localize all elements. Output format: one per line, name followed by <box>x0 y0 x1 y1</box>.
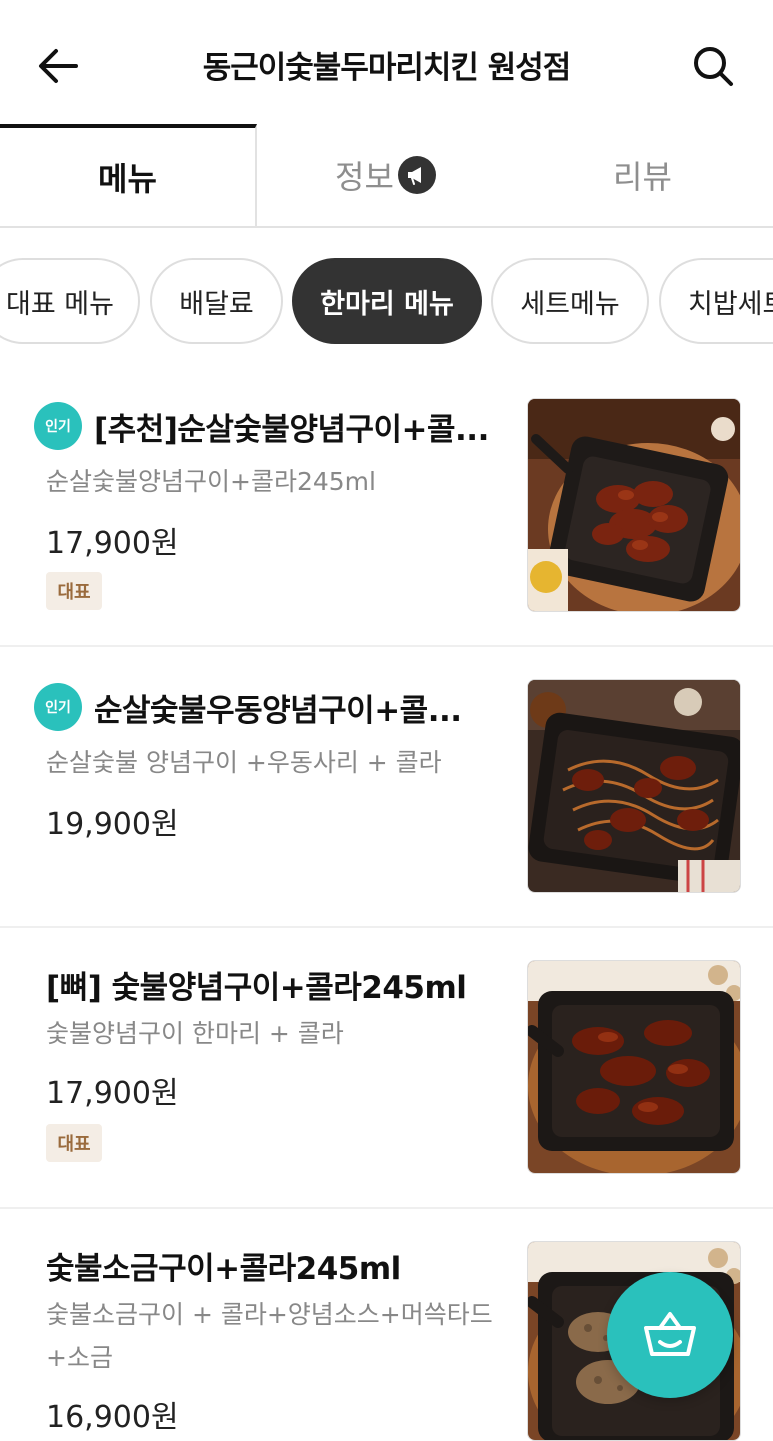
menu-item-description: 순살숯불양념구이+콜라245ml <box>46 467 376 496</box>
representative-badge: 대표 <box>46 1124 102 1162</box>
popular-badge: 인기 <box>34 402 82 450</box>
menu-item-image <box>527 960 741 1174</box>
chip-label: 배달료 <box>179 288 254 320</box>
menu-item-image <box>527 679 741 893</box>
menu-item-name: 숯불소금구이+콜라245ml <box>46 1251 401 1287</box>
menu-item-price: 17,900원 <box>46 526 179 561</box>
tab-reviews[interactable]: 리뷰 <box>514 124 771 226</box>
store-tabs: 메뉴 정보 리뷰 <box>0 124 773 228</box>
chip-set-menu[interactable]: 세트메뉴 <box>491 258 649 344</box>
basket-icon <box>644 1312 696 1356</box>
chip-single-menu[interactable]: 한마리 메뉴 <box>292 258 482 344</box>
menu-item-description: 숯불양념구이 한마리 + 콜라 <box>46 1019 344 1048</box>
menu-item-name: 순살숯불우동양념구이+콜... <box>94 692 462 729</box>
app-header: 동근이숯불두마리치킨 원성점 <box>0 0 773 124</box>
representative-badge: 대표 <box>46 572 102 610</box>
category-chips: 대표 메뉴 배달료 한마리 메뉴 세트메뉴 치밥세트 <box>0 258 773 346</box>
popular-badge: 인기 <box>34 683 82 731</box>
cart-button[interactable] <box>607 1272 733 1398</box>
tab-menu-label: 메뉴 <box>98 160 157 198</box>
megaphone-icon <box>397 156 436 194</box>
menu-item-price: 19,900원 <box>46 807 179 842</box>
menu-item[interactable]: 인기 [추천]순살숯불양념구이+콜... 순살숯불양념구이+콜라245ml 17… <box>0 366 773 647</box>
menu-item[interactable]: [뼈] 숯불양념구이+콜라245ml 숯불양념구이 한마리 + 콜라 17,90… <box>0 928 773 1209</box>
menu-item-name: [추천]순살숯불양념구이+콜... <box>94 411 489 448</box>
search-icon <box>694 47 733 86</box>
menu-item-name-row: [뼈] 숯불양념구이+콜라245ml <box>46 962 506 1007</box>
chip-delivery-fee[interactable]: 배달료 <box>150 258 283 344</box>
menu-item[interactable]: 인기 순살숯불우동양념구이+콜... 순살숯불 양념구이 +우동사리 + 콜라 … <box>0 647 773 928</box>
menu-item-price: 16,900원 <box>46 1400 179 1435</box>
chip-representative-menu[interactable]: 대표 메뉴 <box>0 258 140 344</box>
chip-label: 대표 메뉴 <box>6 288 114 320</box>
menu-item-name-row: 숯불소금구이+콜라245ml <box>46 1243 506 1288</box>
menu-item-name: [뼈] 숯불양념구이+콜라245ml <box>46 970 467 1006</box>
menu-item-name-row: 인기 [추천]순살숯불양념구이+콜... <box>34 402 509 450</box>
menu-item-description: 순살숯불 양념구이 +우동사리 + 콜라 <box>46 748 442 777</box>
store-title: 동근이숯불두마리치킨 원성점 <box>202 50 572 86</box>
search-button[interactable] <box>683 36 743 96</box>
tab-menu[interactable]: 메뉴 <box>0 124 257 226</box>
menu-item-name-row: 인기 순살숯불우동양념구이+콜... <box>34 683 484 731</box>
tab-reviews-label: 리뷰 <box>613 158 672 196</box>
chip-label: 세트메뉴 <box>520 288 620 320</box>
chip-label: 치밥세트 <box>688 288 773 320</box>
menu-item-price: 17,900원 <box>46 1076 179 1111</box>
menu-item-description: 숯불소금구이 + 콜라+양념소스+머쓱타드+소금 <box>46 1300 493 1372</box>
tab-info[interactable]: 정보 <box>257 124 514 226</box>
chip-label: 한마리 메뉴 <box>320 288 454 320</box>
menu-item-image <box>527 398 741 612</box>
chip-chicken-rice-set[interactable]: 치밥세트 <box>659 258 773 344</box>
tab-info-label: 정보 <box>335 158 394 196</box>
